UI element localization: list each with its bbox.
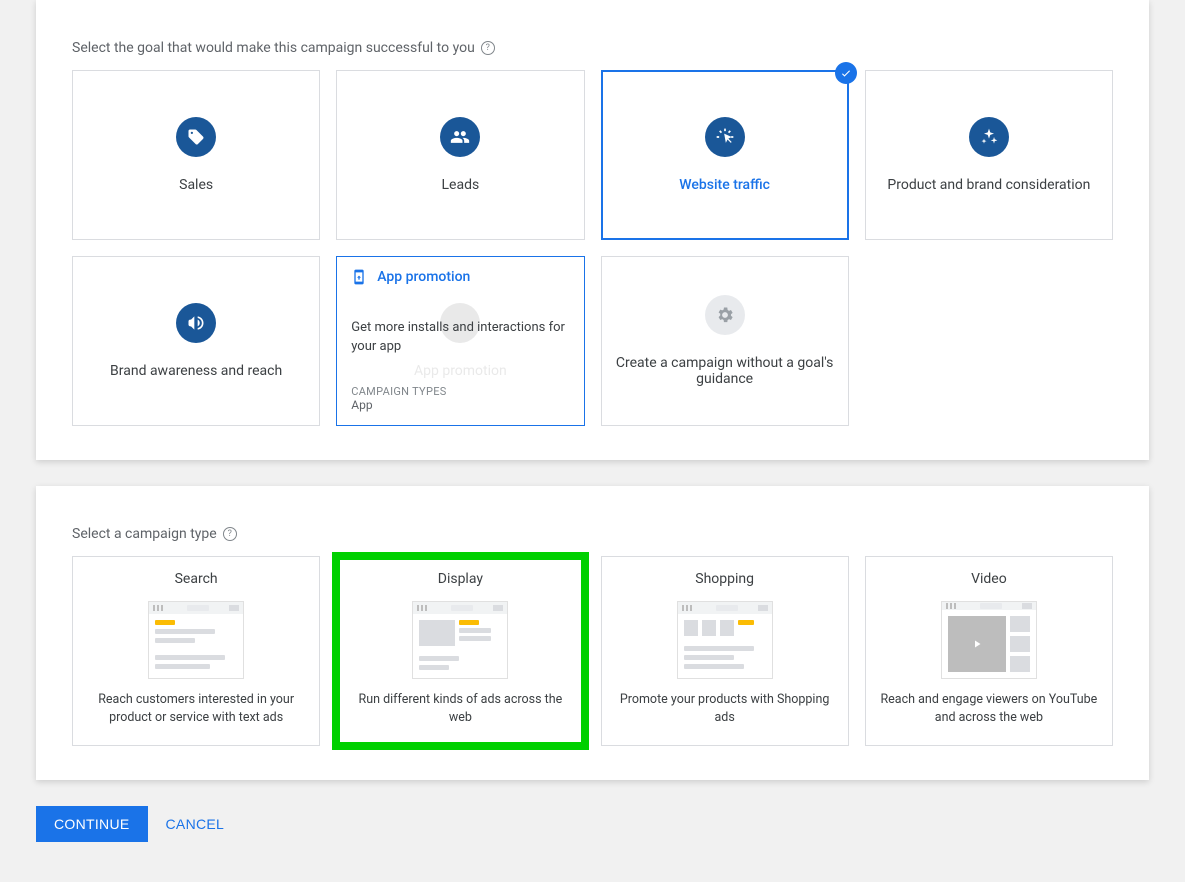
type-card-search[interactable]: Search Reach customers interested in you…: [72, 556, 320, 746]
type-card-video[interactable]: Video Reach and engage viewer: [865, 556, 1113, 746]
cancel-button[interactable]: CANCEL: [166, 816, 225, 832]
goal-card-label: Product and brand consideration: [887, 177, 1090, 193]
campaign-types-label: CAMPAIGN TYPES: [351, 385, 446, 398]
goal-card-label: Website traffic: [679, 177, 770, 193]
sparkle-icon: [969, 117, 1009, 157]
type-card-desc: Promote your products with Shopping ads: [612, 691, 838, 727]
type-card-title: Search: [175, 571, 218, 587]
type-card-title: Video: [971, 571, 1007, 587]
type-card-title: Display: [438, 571, 483, 587]
type-card-display[interactable]: Display: [336, 556, 584, 746]
type-card-desc: Reach and engage viewers on YouTube and …: [876, 691, 1102, 727]
check-icon: [835, 62, 857, 84]
goal-card-product-brand-consideration[interactable]: Product and brand consideration: [865, 70, 1113, 240]
goal-card-label: Create a campaign without a goal's guida…: [616, 355, 834, 387]
goal-card-sales[interactable]: Sales: [72, 70, 320, 240]
goal-selection-panel: Select the goal that would make this cam…: [36, 0, 1149, 460]
type-card-desc: Run different kinds of ads across the we…: [347, 691, 573, 727]
goal-card-title: App promotion: [377, 269, 470, 285]
goal-card-label: Leads: [442, 177, 480, 193]
people-icon: [440, 117, 480, 157]
display-thumbnail: [412, 601, 508, 679]
type-card-desc: Reach customers interested in your produ…: [83, 691, 309, 727]
help-icon[interactable]: ?: [481, 41, 495, 55]
goal-card-website-traffic[interactable]: Website traffic: [601, 70, 849, 240]
type-card-title: Shopping: [695, 571, 754, 587]
campaign-type-panel: Select a campaign type ? Search: [36, 486, 1149, 780]
type-card-shopping[interactable]: Shopping: [601, 556, 849, 746]
goal-card-description: Get more installs and interactions for y…: [351, 319, 569, 357]
goal-section-title-text: Select the goal that would make this cam…: [72, 40, 475, 56]
continue-button[interactable]: CONTINUE: [36, 806, 148, 842]
search-thumbnail: [148, 601, 244, 679]
app-icon: [351, 269, 367, 285]
goal-section-title: Select the goal that would make this cam…: [72, 40, 1113, 56]
goal-card-brand-awareness[interactable]: Brand awareness and reach: [72, 256, 320, 426]
video-thumbnail: [941, 601, 1037, 679]
goal-card-label: Brand awareness and reach: [110, 363, 282, 379]
megaphone-icon: [176, 303, 216, 343]
cursor-click-icon: [705, 117, 745, 157]
goal-card-leads[interactable]: Leads: [336, 70, 584, 240]
goal-card-no-goal[interactable]: Create a campaign without a goal's guida…: [601, 256, 849, 426]
campaign-types-value: App: [351, 398, 446, 412]
shopping-thumbnail: [677, 601, 773, 679]
type-section-title: Select a campaign type ?: [72, 526, 1113, 542]
footer-buttons: CONTINUE CANCEL: [36, 806, 1149, 842]
gear-icon: [705, 295, 745, 335]
tag-icon: [176, 117, 216, 157]
goal-card-app-promotion[interactable]: App promotion App promotion Get more ins…: [336, 256, 584, 426]
type-section-title-text: Select a campaign type: [72, 526, 217, 542]
help-icon[interactable]: ?: [223, 527, 237, 541]
ghost-label: App promotion: [414, 363, 507, 379]
goal-card-label: Sales: [179, 177, 213, 193]
